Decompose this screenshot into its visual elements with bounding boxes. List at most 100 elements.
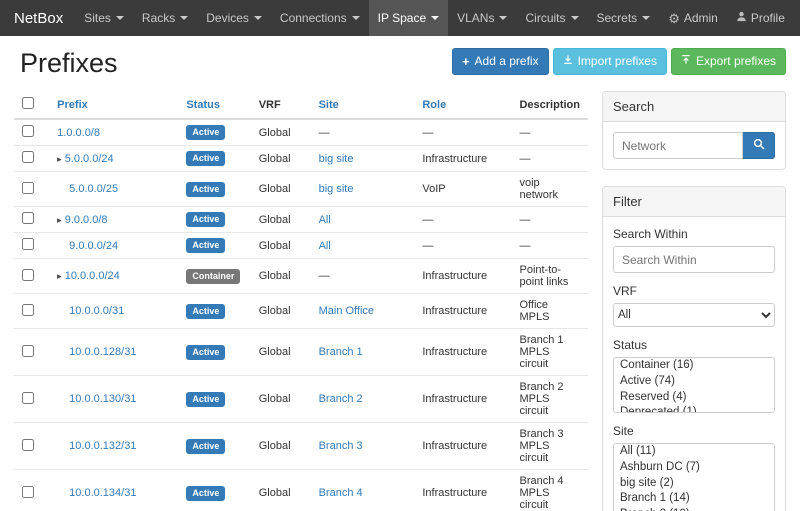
filter-option[interactable]: Branch 1 (14) [614, 491, 774, 507]
site-link[interactable]: Branch 4 [319, 487, 363, 499]
row-checkbox[interactable] [22, 182, 34, 194]
chevron-down-icon [431, 16, 439, 20]
column-header-role[interactable]: Role [414, 91, 511, 119]
column-header-status[interactable]: Status [178, 91, 250, 119]
site-link[interactable]: Branch 2 [319, 393, 363, 405]
nav-item-circuits[interactable]: Circuits [516, 0, 587, 36]
site-link[interactable]: big site [319, 153, 354, 165]
row-checkbox[interactable] [22, 304, 34, 316]
status-badge: Active [186, 238, 225, 253]
row-checkbox[interactable] [22, 269, 34, 281]
column-header-description: Description [511, 91, 588, 119]
nav-item-ip-space[interactable]: IP Space [369, 0, 448, 36]
export-prefixes-button[interactable]: Export prefixes [671, 48, 786, 75]
site-link[interactable]: Branch 3 [319, 440, 363, 452]
select-all-checkbox[interactable] [22, 97, 34, 109]
status-badge: Active [186, 304, 225, 319]
nav-item-devices[interactable]: Devices [197, 0, 271, 36]
table-row: 9.0.0.0/24ActiveGlobalAll—— [14, 233, 588, 259]
brand[interactable]: NetBox [10, 0, 75, 36]
prefix-link[interactable]: 10.0.0.128/31 [69, 346, 136, 358]
table-row: 10.0.0.0/31ActiveGlobalMain OfficeInfras… [14, 294, 588, 329]
row-checkbox[interactable] [22, 392, 34, 404]
status-filter-label: Status [613, 338, 775, 352]
sidebar: Search Filter Search Within VRF [602, 91, 786, 511]
nav-item-sites[interactable]: Sites [75, 0, 133, 36]
filter-option[interactable]: All (11) [614, 444, 774, 460]
role-value: Infrastructure [414, 470, 511, 511]
status-badge: Active [186, 151, 225, 166]
expand-caret-icon: ▸ [57, 215, 62, 225]
filter-option[interactable]: Container (16) [614, 358, 774, 374]
prefix-link[interactable]: 5.0.0.0/25 [69, 183, 118, 195]
filter-option[interactable]: Branch 2 (10) [614, 507, 774, 511]
status-filter-select[interactable]: Container (16)Active (74)Reserved (4)Dep… [613, 357, 775, 413]
prefix-link[interactable]: 9.0.0.0/8 [65, 214, 108, 226]
description-value: — [511, 146, 588, 172]
nav-item-profile[interactable]: Profile [727, 0, 794, 36]
column-header-vrf: VRF [251, 91, 311, 119]
prefix-link[interactable]: 9.0.0.0/24 [69, 240, 118, 252]
filter-option[interactable]: Reserved (4) [614, 390, 774, 406]
filter-option[interactable]: Active (74) [614, 374, 774, 390]
nav-item-vlans[interactable]: VLANs [448, 0, 516, 36]
column-header-prefix[interactable]: Prefix [49, 91, 178, 119]
site-filter-select[interactable]: All (11)Ashburn DC (7)big site (2)Branch… [613, 443, 775, 511]
vrf-value: Global [251, 207, 311, 233]
prefix-link[interactable]: 10.0.0.0/31 [69, 305, 124, 317]
description-value: Branch 3 MPLS circuit [511, 423, 588, 470]
row-checkbox[interactable] [22, 486, 34, 498]
chevron-down-icon [642, 16, 650, 20]
status-badge: Active [186, 439, 225, 454]
row-checkbox[interactable] [22, 212, 34, 224]
row-checkbox[interactable] [22, 151, 34, 163]
chevron-down-icon [499, 16, 507, 20]
prefix-link[interactable]: 5.0.0.0/24 [65, 153, 114, 165]
vrf-select[interactable]: All [613, 303, 775, 327]
column-header-site[interactable]: Site [311, 91, 415, 119]
add-prefix-button[interactable]: + Add a prefix [452, 48, 549, 75]
nav-item-secrets[interactable]: Secrets [588, 0, 660, 36]
filter-option[interactable]: Deprecated (1) [614, 405, 774, 413]
status-badge: Active [186, 212, 225, 227]
gear-icon: ⚙ [668, 12, 680, 25]
status-badge: Active [186, 182, 225, 197]
filter-option[interactable]: big site (2) [614, 476, 774, 492]
site-link[interactable]: Branch 1 [319, 346, 363, 358]
site-link[interactable]: Main Office [319, 305, 374, 317]
search-icon [753, 138, 765, 153]
expand-caret-icon: ▸ [57, 154, 62, 164]
row-checkbox[interactable] [22, 439, 34, 451]
row-checkbox[interactable] [22, 345, 34, 357]
status-badge: Container [186, 269, 240, 284]
prefix-link[interactable]: 10.0.0.130/31 [69, 393, 136, 405]
search-within-label: Search Within [613, 227, 775, 241]
prefix-link[interactable]: 10.0.0.134/31 [69, 487, 136, 499]
status-badge: Active [186, 392, 225, 407]
admin-label: Admin [684, 11, 718, 25]
nav-item-admin[interactable]: ⚙ Admin [659, 0, 727, 36]
prefix-list: PrefixStatusVRFSiteRoleDescription 1.0.0… [14, 91, 588, 511]
row-checkbox[interactable] [22, 238, 34, 250]
search-input[interactable] [613, 132, 743, 159]
chevron-down-icon [254, 16, 262, 20]
site-link[interactable]: All [319, 240, 331, 252]
status-badge: Active [186, 345, 225, 360]
nav-item-logout[interactable]: Log out [794, 0, 800, 36]
import-prefixes-button[interactable]: Import prefixes [553, 48, 667, 75]
filter-option[interactable]: Ashburn DC (7) [614, 460, 774, 476]
prefix-link[interactable]: 1.0.0.0/8 [57, 127, 100, 139]
vrf-label: VRF [613, 284, 775, 298]
filter-panel: Filter Search Within VRF All Status Cont… [602, 186, 786, 511]
row-checkbox[interactable] [22, 125, 34, 137]
search-button[interactable] [743, 132, 775, 159]
prefix-link[interactable]: 10.0.0.132/31 [69, 440, 136, 452]
prefix-link[interactable]: 10.0.0.0/24 [65, 270, 120, 282]
nav-item-connections[interactable]: Connections [271, 0, 369, 36]
role-value: — [414, 233, 511, 259]
search-within-input[interactable] [613, 246, 775, 273]
site-link[interactable]: All [319, 214, 331, 226]
prefix-table: PrefixStatusVRFSiteRoleDescription 1.0.0… [14, 91, 588, 511]
nav-item-racks[interactable]: Racks [133, 0, 197, 36]
site-link[interactable]: big site [319, 183, 354, 195]
